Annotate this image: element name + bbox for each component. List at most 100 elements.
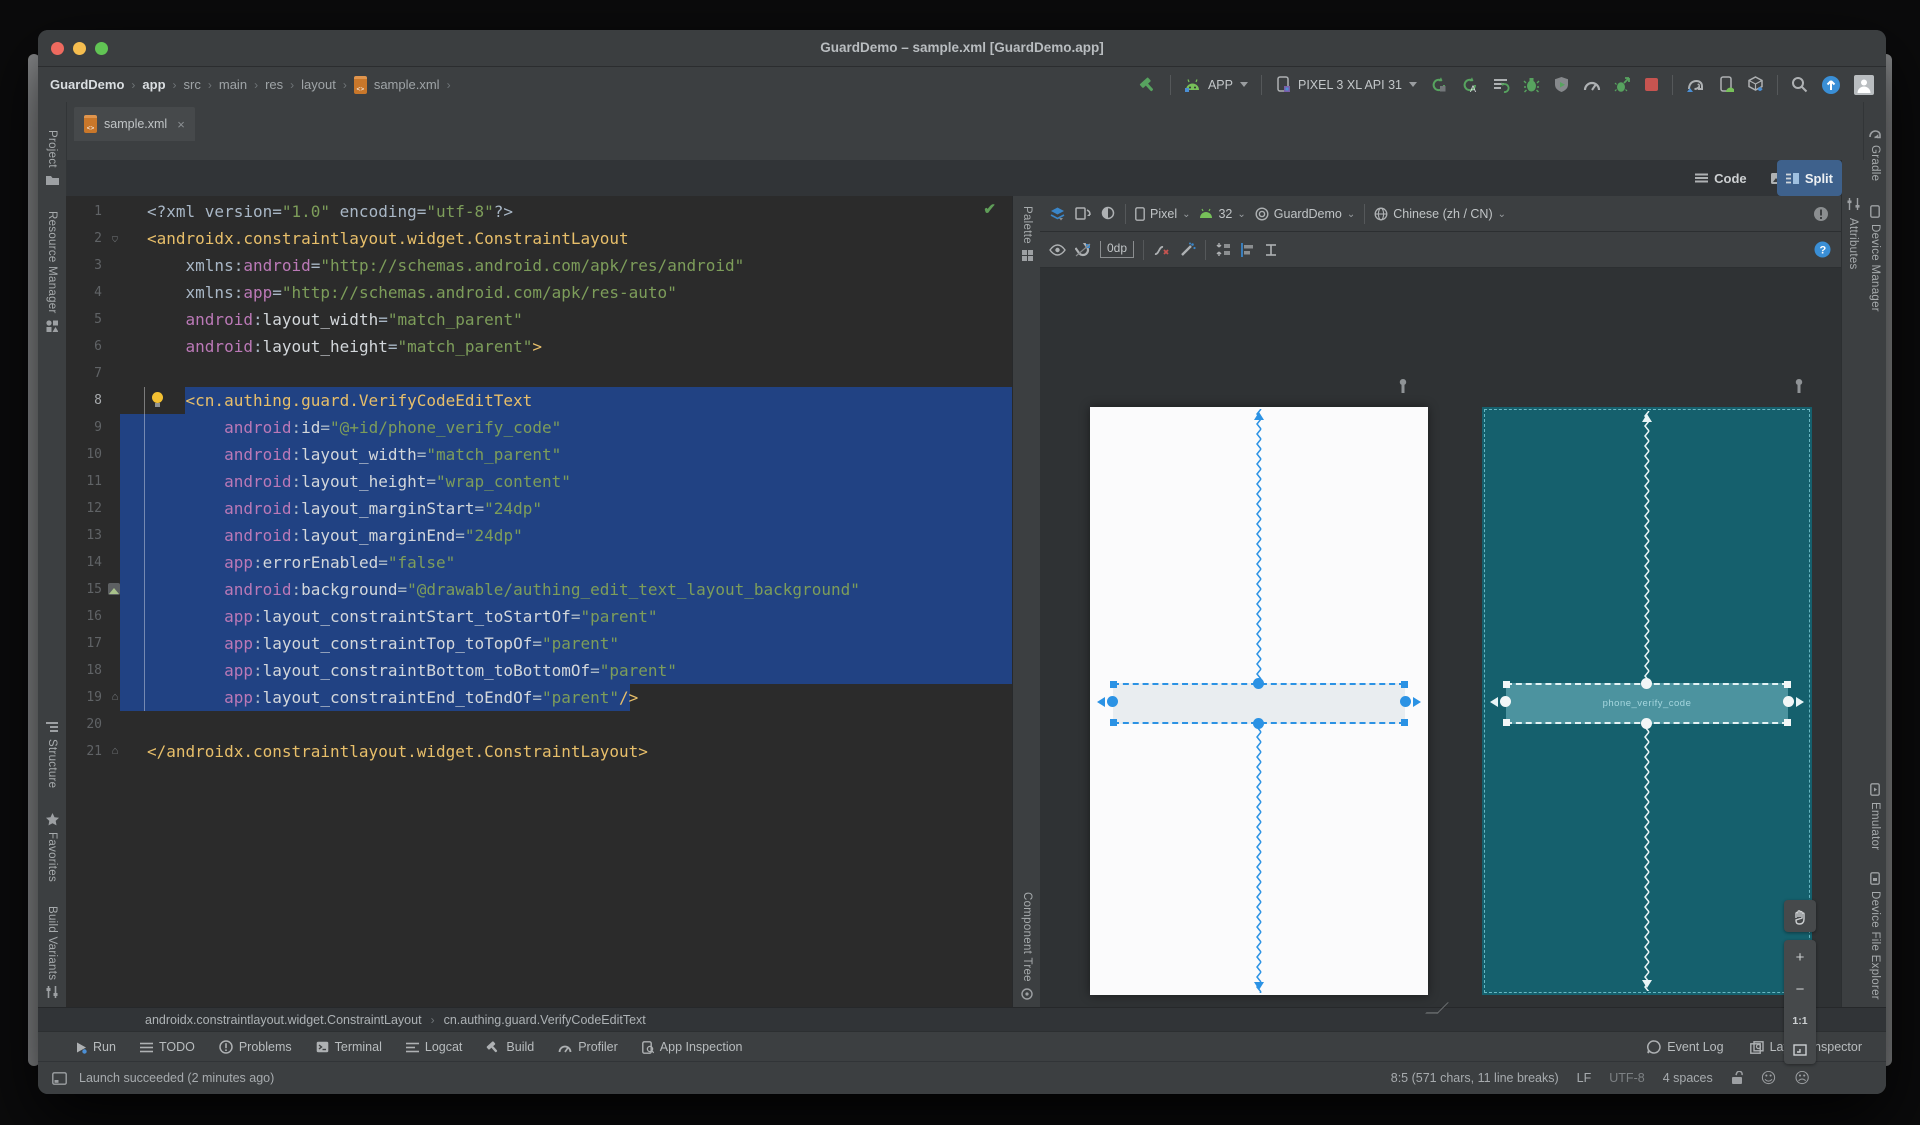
fold-marker-icon[interactable]: ⌂ [108, 738, 122, 765]
code-line[interactable]: 10 android:layout_width="match_parent" [66, 441, 1012, 468]
autoconnect-magnet-icon[interactable] [1075, 242, 1091, 257]
line-number[interactable]: 13 [66, 522, 102, 549]
design-surface[interactable]: phone_verify_code + − 1:1 [1040, 268, 1842, 1064]
line-number[interactable]: 2 [66, 225, 102, 252]
orientation-icon[interactable] [1075, 206, 1092, 221]
code-line[interactable]: 1 <?xml version="1.0" encoding="utf-8"?> [66, 198, 1012, 225]
code-line[interactable]: 7 [66, 360, 1012, 387]
attach-debugger-icon[interactable] [1614, 76, 1631, 93]
sidebar-item-structure[interactable]: Structure [46, 721, 58, 789]
unlock-icon[interactable] [1731, 1071, 1743, 1085]
constraint-anchor-start[interactable] [1107, 696, 1118, 707]
stop-icon[interactable] [1644, 77, 1659, 92]
toolwindow-build[interactable]: Build [486, 1040, 534, 1054]
code-line[interactable]: 8 <cn.authing.guard.VerifyCodeEditText [66, 387, 1012, 414]
line-number[interactable]: 3 [66, 252, 102, 279]
sdk-manager-icon[interactable] [1747, 76, 1764, 93]
design-theme-select[interactable]: GuardDemo ⌄ [1255, 207, 1355, 221]
toolwindow-terminal[interactable]: Terminal [316, 1040, 382, 1054]
sidebar-item-project[interactable]: Project [45, 130, 59, 185]
feedback-frown-icon[interactable]: ☹ [1794, 1069, 1810, 1087]
sidebar-item-build-variants[interactable]: Build Variants [46, 906, 58, 998]
distribute-icon[interactable] [1264, 243, 1278, 257]
code-line[interactable]: 4 xmlns:app="http://schemas.android.com/… [66, 279, 1012, 306]
code-line[interactable]: 17 app:layout_constraintTop_toTopOf="par… [66, 630, 1012, 657]
sidebar-item-favorites[interactable]: Favorites [45, 812, 59, 882]
device-select[interactable]: PIXEL 3 XL API 31 [1275, 76, 1417, 93]
apply-code-changes-icon[interactable]: A [1461, 76, 1479, 94]
line-number[interactable]: 20 [66, 711, 102, 738]
resize-handle[interactable] [1503, 681, 1510, 688]
breadcrumb-item[interactable]: res [265, 77, 283, 92]
code-line[interactable]: 11 android:layout_height="wrap_content" [66, 468, 1012, 495]
device-manager-icon[interactable] [1718, 76, 1734, 93]
design-canvas[interactable] [1090, 407, 1428, 995]
wrench-icon[interactable] [1396, 378, 1410, 394]
line-number[interactable]: 19 [66, 684, 102, 711]
line-number[interactable]: 12 [66, 495, 102, 522]
sidebar-item-resource-manager[interactable]: Resource Manager [46, 211, 58, 332]
profiler-icon[interactable] [1583, 77, 1601, 92]
file-encoding[interactable]: UTF-8 [1609, 1071, 1644, 1085]
zoom-100-button[interactable]: 1:1 [1792, 1015, 1807, 1027]
line-number[interactable]: 14 [66, 549, 102, 576]
design-api-select[interactable]: 32 ⌄ [1199, 207, 1246, 221]
default-margin-field[interactable]: 0dp [1100, 241, 1135, 258]
breadcrumb-item[interactable]: GuardDemo [50, 77, 124, 92]
constraint-anchor-start[interactable] [1500, 696, 1511, 707]
breadcrumb-item[interactable]: app [142, 77, 165, 92]
gradle-sync-icon[interactable] [1686, 76, 1705, 93]
constraint-anchor-top[interactable] [1253, 678, 1264, 689]
event-log-button[interactable]: Event Log [1647, 1040, 1724, 1054]
issues-icon[interactable] [1813, 206, 1829, 222]
breadcrumb-item[interactable]: main [219, 77, 247, 92]
constraint-anchor-bottom[interactable] [1641, 718, 1652, 729]
line-number[interactable]: 9 [66, 414, 102, 441]
line-number[interactable]: 11 [66, 468, 102, 495]
code-line[interactable]: 9 android:id="@+id/phone_verify_code" [66, 414, 1012, 441]
line-number[interactable]: 21 [66, 738, 102, 765]
line-number[interactable]: 16 [66, 603, 102, 630]
resize-handle[interactable] [1784, 681, 1791, 688]
sidebar-item-device-manager[interactable]: Device Manager [1869, 205, 1881, 312]
zoom-out-button[interactable]: − [1796, 981, 1805, 998]
code-line[interactable]: 15 android:background="@drawable/authing… [66, 576, 1012, 603]
resize-handle[interactable] [1401, 681, 1408, 688]
sidebar-item-gradle[interactable]: Gradle [1868, 128, 1882, 181]
minimize-window-button[interactable] [73, 41, 86, 55]
constraint-anchor-end[interactable] [1783, 696, 1794, 707]
selected-widget-blueprint[interactable]: phone_verify_code [1490, 678, 1804, 729]
toolwindow-app-inspection[interactable]: App Inspection [641, 1040, 743, 1054]
code-line[interactable]: 14 app:errorEnabled="false" [66, 549, 1012, 576]
attributes-sliders-icon[interactable] [1847, 198, 1860, 210]
build-hammer-icon[interactable] [1139, 76, 1157, 94]
surface-layers-icon[interactable] [1049, 206, 1066, 221]
inspection-ok-icon[interactable]: ✔ [983, 200, 996, 218]
code-line[interactable]: 3 xmlns:android="http://schemas.android.… [66, 252, 1012, 279]
align-icon[interactable] [1240, 242, 1255, 257]
code-editor[interactable]: 1 <?xml version="1.0" encoding="utf-8"?> 2… [66, 196, 1012, 1008]
mode-split-button[interactable]: Split [1776, 160, 1842, 196]
selected-widget[interactable] [1097, 678, 1421, 729]
line-number[interactable]: 17 [66, 630, 102, 657]
fold-marker-icon[interactable]: ⌂ [108, 225, 122, 252]
toolwindow-profiler[interactable]: Profiler [558, 1040, 618, 1054]
rerun-icon[interactable] [1492, 76, 1510, 94]
view-options-eye-icon[interactable] [1049, 243, 1066, 256]
feedback-smile-icon[interactable]: ☺ [1761, 1069, 1777, 1087]
title-bar[interactable]: GuardDemo – sample.xml [GuardDemo.app] [38, 30, 1886, 67]
close-tab-icon[interactable]: × [177, 117, 185, 132]
tab-sample-xml[interactable]: <> sample.xml × [74, 107, 195, 141]
status-message[interactable]: Launch succeeded (2 minutes ago) [79, 1071, 274, 1085]
resize-handle[interactable] [1503, 719, 1510, 726]
line-number[interactable]: 15 [66, 576, 102, 603]
breadcrumb-item[interactable]: layout [301, 77, 336, 92]
code-line[interactable]: 21 ⌂ </androidx.constraintlayout.widget.Co… [66, 738, 1012, 765]
code-line[interactable]: 20 [66, 711, 1012, 738]
toolwindow-toggle-icon[interactable] [52, 1071, 67, 1085]
line-number[interactable]: 10 [66, 441, 102, 468]
code-line[interactable]: 2 ⌂ <androidx.constraintlayout.widget.Cons… [66, 225, 1012, 252]
tab-component-tree[interactable]: Component Tree [1021, 892, 1033, 1000]
code-line[interactable]: 18 app:layout_constraintBottom_toBottomO… [66, 657, 1012, 684]
infer-constraints-icon[interactable] [1179, 242, 1196, 258]
